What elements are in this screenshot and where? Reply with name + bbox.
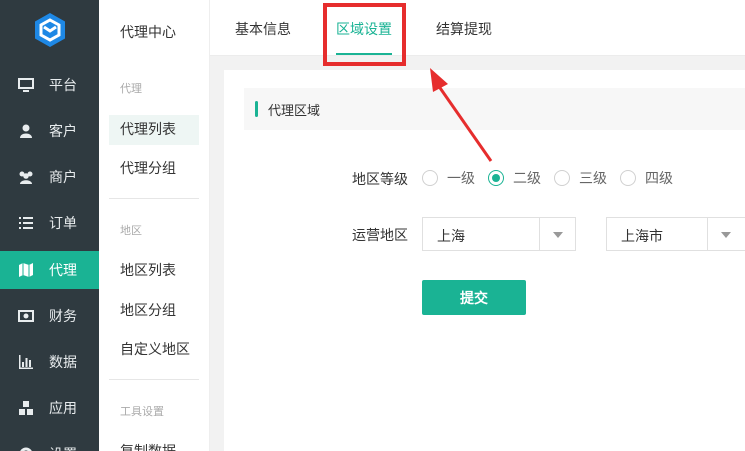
annotation-arrow-icon [430,68,493,162]
app-root: 平台 客户 商户 订单 代理 财务 数据 应用 代理中心 代理 代理列表 代理分… [0,0,745,451]
